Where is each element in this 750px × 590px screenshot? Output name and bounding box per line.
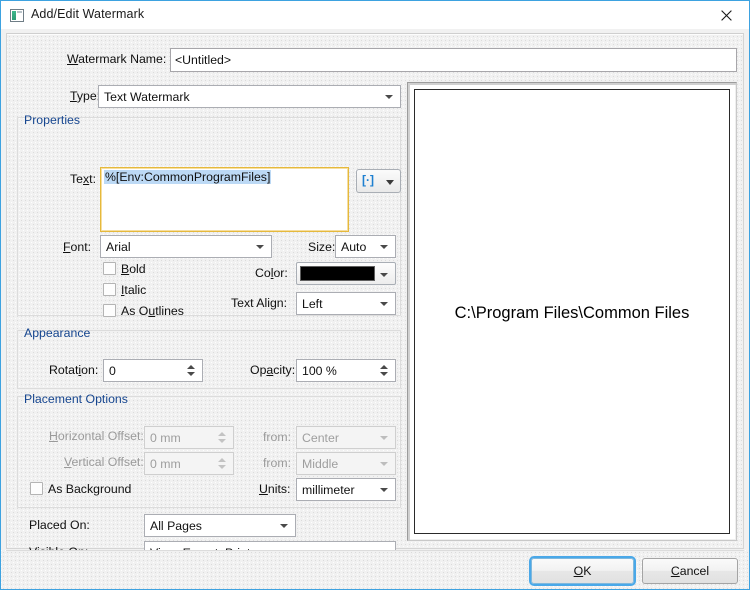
title-bar: Add/Edit Watermark	[1, 1, 749, 30]
opacity-label: Opacity:	[250, 363, 295, 377]
insert-macro-button[interactable]: [·]	[356, 169, 401, 193]
as-outlines-label: As Outlines	[121, 304, 184, 318]
watermark-name-input[interactable]: <Untitled>	[170, 48, 737, 72]
placed-on-value: All Pages	[150, 519, 202, 533]
size-combo-value: Auto	[341, 240, 366, 254]
text-label: Text:	[70, 172, 96, 186]
font-combo[interactable]: Arial	[100, 235, 272, 258]
vertical-from-combo: Middle	[296, 452, 396, 475]
ok-button[interactable]: OK	[531, 558, 634, 584]
dialog-body: Watermark Name: <Untitled> Type: Text Wa…	[1, 29, 749, 589]
chevron-down-icon	[386, 180, 394, 185]
as-background-checkbox[interactable]	[30, 482, 43, 495]
horizontal-offset-label: Horizontal Offset:	[49, 429, 144, 443]
rotation-value: 0	[109, 364, 116, 378]
appearance-group-title: Appearance	[21, 326, 93, 340]
font-combo-value: Arial	[106, 240, 131, 254]
font-label: Font:	[63, 240, 91, 254]
preview-page: C:\Program Files\Common Files	[414, 89, 730, 534]
bold-checkbox[interactable]	[103, 262, 116, 275]
add-edit-watermark-dialog: Add/Edit Watermark Watermark Name: <Unti…	[0, 0, 750, 590]
stepper-up-icon	[218, 458, 226, 462]
vertical-from-value: Middle	[302, 457, 338, 471]
placed-on-label: Placed On:	[29, 518, 90, 532]
italic-label: Italic	[121, 283, 146, 297]
size-label: Size:	[308, 240, 335, 254]
watermark-preview-pane: C:\Program Files\Common Files	[407, 82, 737, 541]
placed-on-combo[interactable]: All Pages	[144, 514, 296, 537]
units-combo-value: millimeter	[302, 483, 355, 497]
rotation-label: Rotation:	[49, 363, 98, 377]
vertical-from-label: from:	[263, 456, 291, 470]
dialog-footer: OK Cancel	[1, 550, 749, 589]
vertical-offset-value: 0 mm	[150, 457, 181, 471]
horizontal-offset-input: 0 mm	[144, 426, 234, 449]
color-label: Color:	[255, 266, 288, 280]
units-label: Units:	[259, 482, 290, 496]
opacity-input[interactable]: 100 %	[296, 359, 396, 382]
horizontal-from-value: Center	[302, 431, 339, 445]
type-combo-value: Text Watermark	[104, 90, 190, 104]
stepper-down-icon	[218, 465, 226, 469]
italic-checkbox[interactable]	[103, 283, 116, 296]
window-title: Add/Edit Watermark	[31, 7, 144, 21]
footer-divider	[6, 550, 744, 551]
watermark-name-label: Watermark Name:	[67, 52, 166, 66]
text-align-combo[interactable]: Left	[296, 292, 396, 315]
stepper-up-icon[interactable]	[380, 365, 388, 369]
stepper-up-icon	[218, 432, 226, 436]
units-combo[interactable]: millimeter	[296, 478, 396, 501]
cancel-button[interactable]: Cancel	[642, 558, 738, 584]
chevron-down-icon	[380, 302, 388, 306]
horizontal-offset-value: 0 mm	[150, 431, 181, 445]
stepper-up-icon[interactable]	[187, 365, 195, 369]
properties-group-title: Properties	[21, 113, 83, 127]
watermark-text-value: %[Env:CommonProgramFiles]	[104, 170, 271, 184]
text-align-label: Text Align:	[231, 296, 287, 310]
close-button[interactable]	[704, 1, 749, 28]
size-combo[interactable]: Auto	[335, 235, 396, 258]
chevron-down-icon	[280, 524, 288, 528]
horizontal-from-combo: Center	[296, 426, 396, 449]
chevron-down-icon	[380, 462, 388, 466]
vertical-offset-input: 0 mm	[144, 452, 234, 475]
chevron-down-icon	[385, 95, 393, 99]
text-align-combo-value: Left	[302, 297, 323, 311]
watermark-window-icon	[10, 9, 24, 22]
rotation-input[interactable]: 0	[103, 359, 203, 382]
color-swatch	[300, 266, 375, 281]
chevron-down-icon	[380, 436, 388, 440]
watermark-text-input[interactable]: %[Env:CommonProgramFiles]	[100, 167, 349, 232]
close-icon	[721, 10, 732, 21]
as-outlines-checkbox[interactable]	[103, 304, 116, 317]
horizontal-from-label: from:	[263, 430, 291, 444]
stepper-down-icon[interactable]	[187, 372, 195, 376]
opacity-value: 100 %	[302, 364, 337, 378]
main-panel: Watermark Name: <Untitled> Type: Text Wa…	[6, 33, 744, 549]
stepper-down-icon	[218, 439, 226, 443]
stepper-down-icon[interactable]	[380, 372, 388, 376]
type-label: Type:	[70, 89, 100, 103]
type-combo[interactable]: Text Watermark	[98, 85, 401, 108]
chevron-down-icon	[380, 245, 388, 249]
chevron-down-icon	[380, 488, 388, 492]
placement-options-group-title: Placement Options	[21, 392, 131, 406]
chevron-down-icon	[380, 273, 388, 277]
bold-label: Bold	[121, 262, 146, 276]
as-background-label: As Background	[48, 482, 131, 496]
macro-icon: [·]	[362, 173, 374, 187]
vertical-offset-label: Vertical Offset:	[64, 455, 144, 469]
color-combo[interactable]	[296, 262, 396, 285]
chevron-down-icon	[256, 245, 264, 249]
preview-watermark-text: C:\Program Files\Common Files	[415, 304, 729, 323]
